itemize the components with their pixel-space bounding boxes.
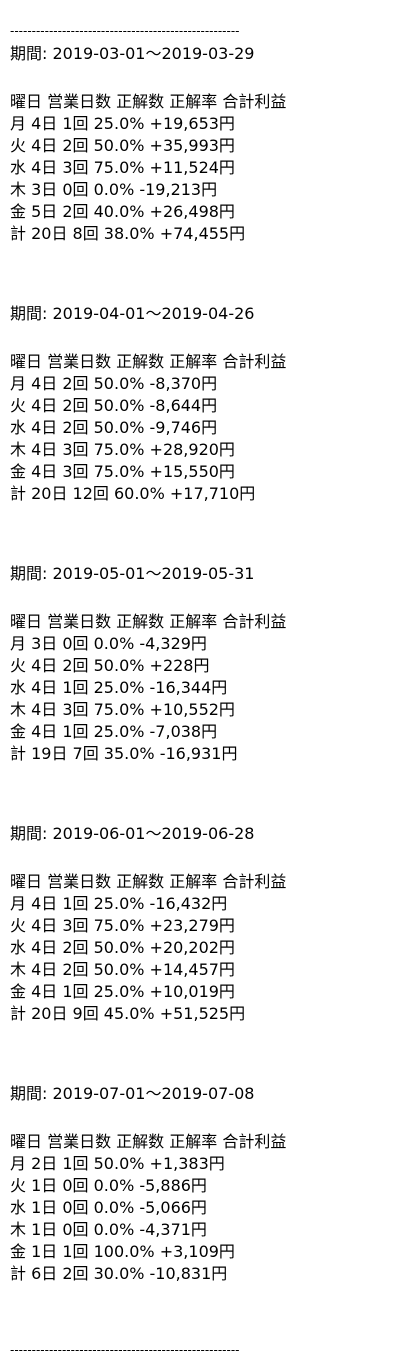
weekday-row-tue: 火 4日 2回 50.0% +228円 [10,656,210,675]
period-heading: 期間: 2019-06-01〜2019-06-28 [10,824,255,843]
weekday-row-mon: 月 2日 1回 50.0% +1,383円 [10,1154,225,1173]
results-document: ----------------------------------------… [10,24,395,1357]
column-header-row: 曜日 営業日数 正解数 正解率 合計利益 [10,872,287,891]
weekday-row-fri: 金 5日 2回 40.0% +26,498円 [10,202,235,221]
weekday-row-mon: 月 4日 1回 25.0% -16,432円 [10,894,228,913]
total-row: 計 6日 2回 30.0% -10,831円 [10,1264,228,1283]
total-row: 計 20日 8回 38.0% +74,455円 [10,224,246,243]
total-row: 計 19日 7回 35.0% -16,931円 [10,744,238,763]
weekday-row-wed: 水 4日 2回 50.0% +20,202円 [10,938,235,957]
total-row: 計 20日 9回 45.0% +51,525円 [10,1004,246,1023]
total-row: 計 20日 12回 60.0% +17,710円 [10,484,256,503]
weekday-row-thu: 木 3日 0回 0.0% -19,213円 [10,180,218,199]
weekday-row-wed: 水 4日 3回 75.0% +11,524円 [10,158,235,177]
period-heading: 期間: 2019-03-01〜2019-03-29 [10,44,255,63]
period-block-2019-03: 期間: 2019-03-01〜2019-03-29 曜日 営業日数 正解数 正解… [10,43,395,245]
separator-top: ----------------------------------------… [10,24,240,38]
weekday-row-thu: 木 4日 2回 50.0% +14,457円 [10,960,235,979]
column-header-row: 曜日 営業日数 正解数 正解率 合計利益 [10,612,287,631]
weekday-row-mon: 月 4日 1回 25.0% +19,653円 [10,114,235,133]
weekday-row-fri: 金 4日 3回 75.0% +15,550円 [10,462,235,481]
weekday-row-fri: 金 1日 1回 100.0% +3,109円 [10,1242,235,1261]
weekday-row-fri: 金 4日 1回 25.0% -7,038円 [10,722,218,741]
column-header-row: 曜日 営業日数 正解数 正解率 合計利益 [10,352,287,371]
weekday-row-wed: 水 4日 2回 50.0% -9,746円 [10,418,218,437]
period-heading: 期間: 2019-05-01〜2019-05-31 [10,564,255,583]
column-header-row: 曜日 営業日数 正解数 正解率 合計利益 [10,1132,287,1151]
weekday-row-tue: 火 4日 2回 50.0% +35,993円 [10,136,235,155]
weekday-row-mon: 月 4日 2回 50.0% -8,370円 [10,374,218,393]
weekday-row-thu: 木 4日 3回 75.0% +28,920円 [10,440,235,459]
weekday-row-thu: 木 1日 0回 0.0% -4,371円 [10,1220,207,1239]
period-heading: 期間: 2019-07-01〜2019-07-08 [10,1084,255,1103]
column-header-row: 曜日 営業日数 正解数 正解率 合計利益 [10,92,287,111]
separator-bottom: ----------------------------------------… [10,1343,240,1357]
period-block-2019-07: 期間: 2019-07-01〜2019-07-08 曜日 営業日数 正解数 正解… [10,1083,395,1285]
weekday-row-fri: 金 4日 1回 25.0% +10,019円 [10,982,235,1001]
weekday-row-wed: 水 4日 1回 25.0% -16,344円 [10,678,228,697]
period-block-2019-05: 期間: 2019-05-01〜2019-05-31 曜日 営業日数 正解数 正解… [10,563,395,765]
period-block-2019-04: 期間: 2019-04-01〜2019-04-26 曜日 営業日数 正解数 正解… [10,303,395,505]
weekday-row-mon: 月 3日 0回 0.0% -4,329円 [10,634,207,653]
weekday-row-tue: 火 4日 2回 50.0% -8,644円 [10,396,218,415]
period-block-2019-06: 期間: 2019-06-01〜2019-06-28 曜日 営業日数 正解数 正解… [10,823,395,1025]
period-heading: 期間: 2019-04-01〜2019-04-26 [10,304,255,323]
weekday-row-tue: 火 4日 3回 75.0% +23,279円 [10,916,235,935]
weekday-row-tue: 火 1日 0回 0.0% -5,886円 [10,1176,207,1195]
weekday-row-wed: 水 1日 0回 0.0% -5,066円 [10,1198,207,1217]
weekday-row-thu: 木 4日 3回 75.0% +10,552円 [10,700,235,719]
